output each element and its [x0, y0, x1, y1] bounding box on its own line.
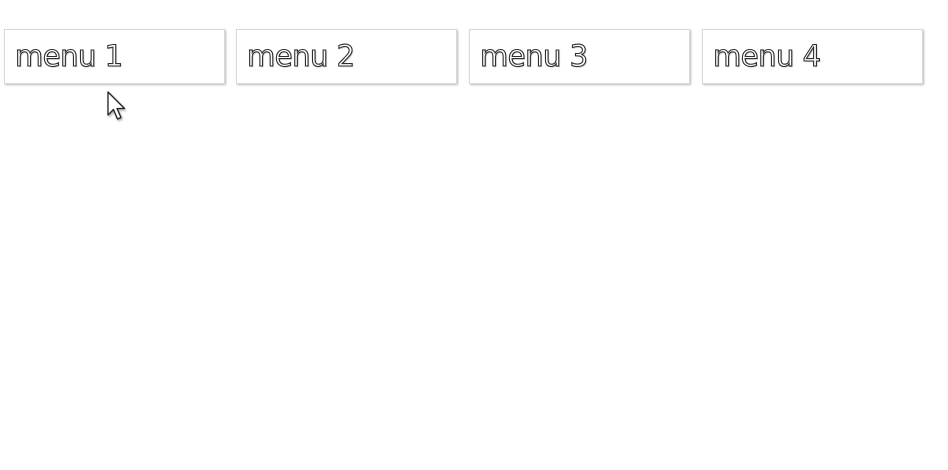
menu-bar: menu 1 menu 2 menu 3 menu 4 [4, 29, 928, 87]
menu-item-3[interactable]: menu 3 [469, 29, 690, 84]
menu-item-4-label: menu 4 [712, 38, 821, 73]
menu-item-2-label: menu 2 [246, 38, 355, 73]
page: menu 1 menu 2 menu 3 menu 4 [0, 0, 948, 470]
menu-item-1[interactable]: menu 1 [4, 29, 225, 84]
menu-item-1-label: menu 1 [14, 38, 123, 73]
menu-item-4[interactable]: menu 4 [702, 29, 923, 84]
menu-item-3-label: menu 3 [479, 38, 588, 73]
menu-item-2[interactable]: menu 2 [236, 29, 457, 84]
mouse-pointer-icon [107, 91, 126, 120]
